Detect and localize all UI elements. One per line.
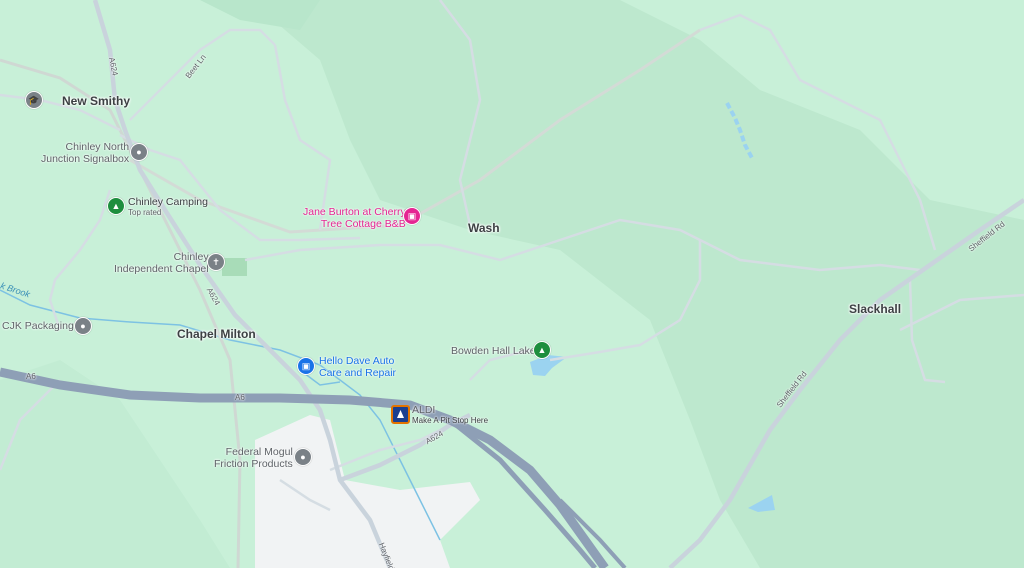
tree-icon[interactable]: ▲	[533, 341, 551, 359]
road-label-a6: A6	[26, 372, 36, 381]
factory-icon[interactable]: ●	[294, 448, 312, 466]
poi-federal-mogul[interactable]: Federal Mogul Friction Products	[214, 446, 293, 470]
poi-label-line1: Chinley	[173, 251, 209, 263]
poi-label-line1: Hello Dave Auto	[319, 355, 395, 367]
place-label-slackhall[interactable]: Slackhall	[849, 302, 901, 317]
poi-label-line2: Tree Cottage B&B	[320, 218, 406, 231]
business-icon[interactable]: ●	[74, 317, 92, 335]
aldi-logo-icon[interactable]	[391, 405, 410, 424]
place-label-chapel-milton[interactable]: Chapel Milton	[177, 327, 256, 342]
forest-area	[200, 0, 320, 30]
urban-area	[255, 415, 480, 568]
poi-hello-dave-auto[interactable]: Hello Dave Auto Care and Repair	[319, 355, 396, 379]
poi-label-line2: Independent Chapel	[114, 263, 209, 276]
poi-aldi[interactable]: ALDI Make A Pit Stop Here	[412, 404, 488, 425]
poi-label-line2: Friction Products	[214, 458, 293, 471]
poi-jane-burton-bnb[interactable]: Jane Burton at Cherry Tree Cottage B&B	[303, 206, 406, 230]
map-base-layer	[0, 0, 1024, 568]
place-label-wash[interactable]: Wash	[468, 221, 500, 236]
park-area	[222, 258, 247, 276]
campground-icon[interactable]: ▲	[107, 197, 125, 215]
poi-label-line1: Chinley North	[65, 141, 130, 153]
poi-label: Chinley Camping	[128, 196, 208, 208]
poi-subtitle: Make A Pit Stop Here	[412, 416, 489, 426]
poi-cjk-packaging[interactable]: CJK Packaging	[2, 320, 74, 332]
place-label-new-smithy[interactable]: New Smithy	[62, 94, 130, 109]
poi-label-line2: Junction Signalbox	[41, 153, 130, 166]
poi-subtitle: Top rated	[128, 208, 162, 218]
shopping-bag-icon[interactable]: ▣	[297, 357, 315, 375]
poi-label-line1: Federal Mogul	[225, 446, 293, 458]
bed-icon[interactable]: ▣	[403, 207, 421, 225]
church-icon[interactable]: ✝	[207, 253, 225, 271]
poi-label-line1: Jane Burton at Cherry	[303, 206, 406, 218]
poi-chinley-independent-chapel[interactable]: Chinley Independent Chapel	[114, 251, 209, 275]
education-icon[interactable]: 🎓	[25, 91, 43, 109]
map-canvas[interactable]: New Smithy Wash Chapel Milton Slackhall …	[0, 0, 1024, 568]
forest-area	[250, 0, 1024, 568]
poi-label-line2: Care and Repair	[319, 367, 397, 380]
poi-label: ALDI	[412, 404, 436, 416]
poi-bowden-hall-lake[interactable]: Bowden Hall Lake	[451, 345, 536, 357]
poi-chinley-north-signalbox[interactable]: Chinley North Junction Signalbox	[41, 141, 129, 165]
poi-chinley-camping[interactable]: Chinley Camping Top rated	[128, 196, 208, 217]
landmark-icon[interactable]: ●	[130, 143, 148, 161]
road-label-a6: A6	[235, 393, 245, 402]
